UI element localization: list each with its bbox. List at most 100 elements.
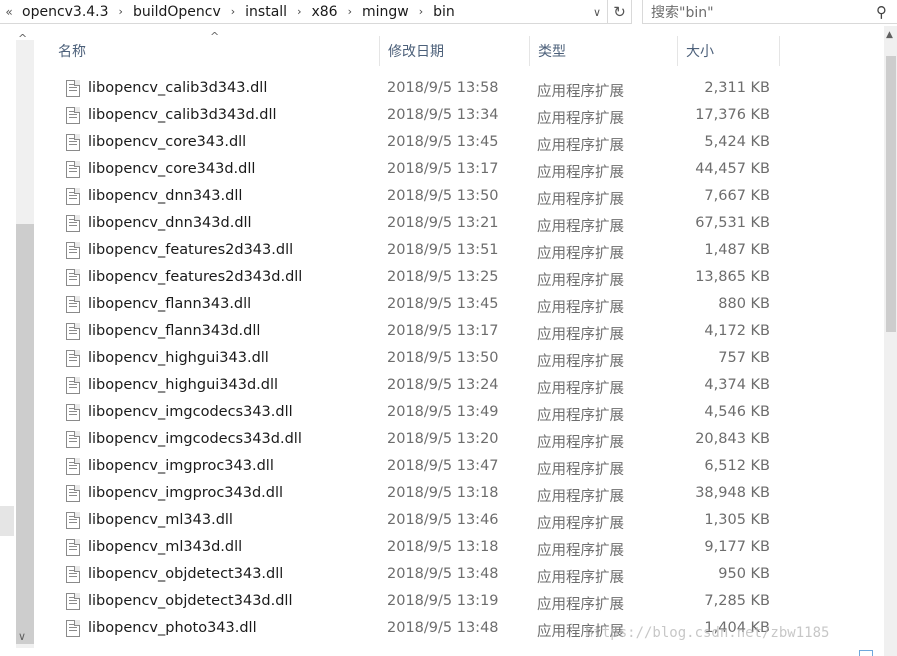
file-type: 应用程序扩展 (537, 435, 624, 451)
breadcrumb[interactable]: « opencv3.4.3 › buildOpencv › install › … (0, 0, 608, 24)
dll-file-icon (66, 377, 80, 394)
dll-file-icon (66, 593, 80, 610)
search-icon[interactable]: ⚲ (876, 3, 887, 21)
file-row[interactable]: libopencv_imgproc343.dll 2018/9/5 13:47 应用… (60, 454, 880, 481)
file-name[interactable]: libopencv_dnn343d.dll (88, 215, 252, 231)
file-row[interactable]: libopencv_dnn343.dll 2018/9/5 13:50 应用程序扩展… (60, 184, 880, 211)
watermark: https://blog.csdn.net/zbw1185 (585, 625, 830, 641)
file-row[interactable]: libopencv_highgui343.dll 2018/9/5 13:50 应用… (60, 346, 880, 373)
dll-file-icon (66, 485, 80, 502)
file-row[interactable]: libopencv_flann343.dll 2018/9/5 13:45 应用程序… (60, 292, 880, 319)
file-row[interactable]: libopencv_objdetect343.dll 2018/9/5 13:48… (60, 562, 880, 589)
file-size: 1,487 KB (704, 242, 770, 258)
file-row[interactable]: libopencv_objdetect343d.dll 2018/9/5 13:1… (60, 589, 880, 616)
file-date: 2018/9/5 13:45 (387, 296, 499, 312)
dll-file-icon (66, 188, 80, 205)
file-type: 应用程序扩展 (537, 84, 624, 100)
scroll-down-icon[interactable]: ∨ (18, 630, 26, 643)
overflow-chevron-icon[interactable]: « (0, 5, 18, 19)
file-row[interactable]: libopencv_ml343.dll 2018/9/5 13:46 应用程序扩展 1… (60, 508, 880, 535)
file-name[interactable]: libopencv_features2d343.dll (88, 242, 293, 258)
column-size-label: 大小 (686, 44, 714, 60)
file-row[interactable]: libopencv_ml343d.dll 2018/9/5 13:18 应用程序扩展… (60, 535, 880, 562)
breadcrumb-buildopencv[interactable]: buildOpencv (129, 4, 225, 20)
file-name[interactable]: libopencv_ml343.dll (88, 512, 233, 528)
file-name[interactable]: libopencv_highgui343d.dll (88, 377, 278, 393)
breadcrumb-separator-icon[interactable]: › (413, 5, 429, 18)
file-date: 2018/9/5 13:18 (387, 485, 499, 501)
file-row[interactable]: libopencv_core343d.dll 2018/9/5 13:17 应用程序… (60, 157, 880, 184)
file-name[interactable]: libopencv_objdetect343.dll (88, 566, 283, 582)
file-size: 13,865 KB (695, 269, 770, 285)
file-name[interactable]: libopencv_core343.dll (88, 134, 246, 150)
file-type: 应用程序扩展 (537, 327, 624, 343)
file-name[interactable]: libopencv_core343d.dll (88, 161, 255, 177)
scroll-up-icon[interactable]: ^ (18, 32, 27, 45)
file-name[interactable]: libopencv_flann343.dll (88, 296, 251, 312)
file-size: 38,948 KB (695, 485, 770, 501)
breadcrumb-x86[interactable]: x86 (307, 4, 341, 20)
file-type: 应用程序扩展 (537, 354, 624, 370)
file-size: 4,172 KB (704, 323, 770, 339)
file-name[interactable]: libopencv_dnn343.dll (88, 188, 242, 204)
file-date: 2018/9/5 13:45 (387, 134, 499, 150)
file-size: 7,667 KB (704, 188, 770, 204)
file-name[interactable]: libopencv_calib3d343.dll (88, 80, 267, 96)
breadcrumb-install[interactable]: install (241, 4, 291, 20)
breadcrumb-separator-icon[interactable]: › (225, 5, 241, 18)
file-row[interactable]: libopencv_highgui343d.dll 2018/9/5 13:24 应… (60, 373, 880, 400)
file-name[interactable]: libopencv_features2d343d.dll (88, 269, 302, 285)
column-type-label: 类型 (538, 44, 566, 60)
file-name[interactable]: libopencv_imgcodecs343.dll (88, 404, 293, 420)
dll-file-icon (66, 458, 80, 475)
file-row[interactable]: libopencv_imgproc343d.dll 2018/9/5 13:18 应… (60, 481, 880, 508)
file-row[interactable]: libopencv_features2d343.dll 2018/9/5 13:5… (60, 238, 880, 265)
file-name[interactable]: libopencv_objdetect343d.dll (88, 593, 293, 609)
file-row[interactable]: libopencv_imgcodecs343d.dll 2018/9/5 13:2… (60, 427, 880, 454)
file-name[interactable]: libopencv_imgproc343d.dll (88, 485, 283, 501)
address-bar: « opencv3.4.3 › buildOpencv › install › … (0, 0, 897, 26)
breadcrumb-separator-icon[interactable]: › (113, 5, 129, 18)
file-type: 应用程序扩展 (537, 111, 624, 127)
nav-scroll-thumb[interactable] (16, 224, 34, 644)
column-header-date[interactable]: 修改日期 (380, 36, 530, 66)
file-row[interactable]: libopencv_flann343d.dll 2018/9/5 13:17 应用程… (60, 319, 880, 346)
refresh-button[interactable]: ↻ (608, 0, 632, 24)
breadcrumb-mingw[interactable]: mingw (358, 4, 413, 20)
nav-selected-item[interactable] (0, 506, 14, 536)
file-name[interactable]: libopencv_photo343.dll (88, 620, 257, 636)
file-row[interactable]: libopencv_calib3d343.dll 2018/9/5 13:58 应用… (60, 76, 880, 103)
dll-file-icon (66, 323, 80, 340)
file-name[interactable]: libopencv_highgui343.dll (88, 350, 269, 366)
search-input[interactable]: 搜索"bin" ⚲ (642, 0, 897, 24)
file-row[interactable]: libopencv_core343.dll 2018/9/5 13:45 应用程序扩… (60, 130, 880, 157)
file-name[interactable]: libopencv_imgproc343.dll (88, 458, 274, 474)
address-dropdown-icon[interactable]: ∨ (590, 4, 604, 20)
file-date: 2018/9/5 13:50 (387, 350, 499, 366)
breadcrumb-separator-icon[interactable]: › (342, 5, 358, 18)
nav-pane-scrollbar[interactable]: ^ ∨ (0, 26, 36, 656)
column-header-size[interactable]: 大小 (678, 36, 780, 66)
file-row[interactable]: libopencv_features2d343d.dll 2018/9/5 13:… (60, 265, 880, 292)
breadcrumb-opencv[interactable]: opencv3.4.3 (18, 4, 113, 20)
file-name[interactable]: libopencv_flann343d.dll (88, 323, 260, 339)
file-date: 2018/9/5 13:46 (387, 512, 499, 528)
file-name[interactable]: libopencv_imgcodecs343d.dll (88, 431, 302, 447)
column-header-type[interactable]: 类型 (530, 36, 678, 66)
file-list-scrollbar[interactable]: ▲ (884, 26, 897, 656)
file-row[interactable]: libopencv_imgcodecs343.dll 2018/9/5 13:49… (60, 400, 880, 427)
scroll-up-icon[interactable]: ▲ (886, 30, 893, 40)
breadcrumb-bin[interactable]: bin (429, 4, 459, 20)
file-name[interactable]: libopencv_calib3d343d.dll (88, 107, 277, 123)
file-date: 2018/9/5 13:21 (387, 215, 499, 231)
file-row[interactable]: libopencv_dnn343d.dll 2018/9/5 13:21 应用程序扩… (60, 211, 880, 238)
file-scroll-thumb[interactable] (886, 56, 896, 332)
file-size: 9,177 KB (704, 539, 770, 555)
column-header: 名称 ^ 修改日期 类型 大小 (50, 30, 880, 66)
file-size: 6,512 KB (704, 458, 770, 474)
breadcrumb-separator-icon[interactable]: › (291, 5, 307, 18)
file-date: 2018/9/5 13:19 (387, 593, 499, 609)
file-row[interactable]: libopencv_calib3d343d.dll 2018/9/5 13:34 应… (60, 103, 880, 130)
file-name[interactable]: libopencv_ml343d.dll (88, 539, 242, 555)
file-type: 应用程序扩展 (537, 489, 624, 505)
